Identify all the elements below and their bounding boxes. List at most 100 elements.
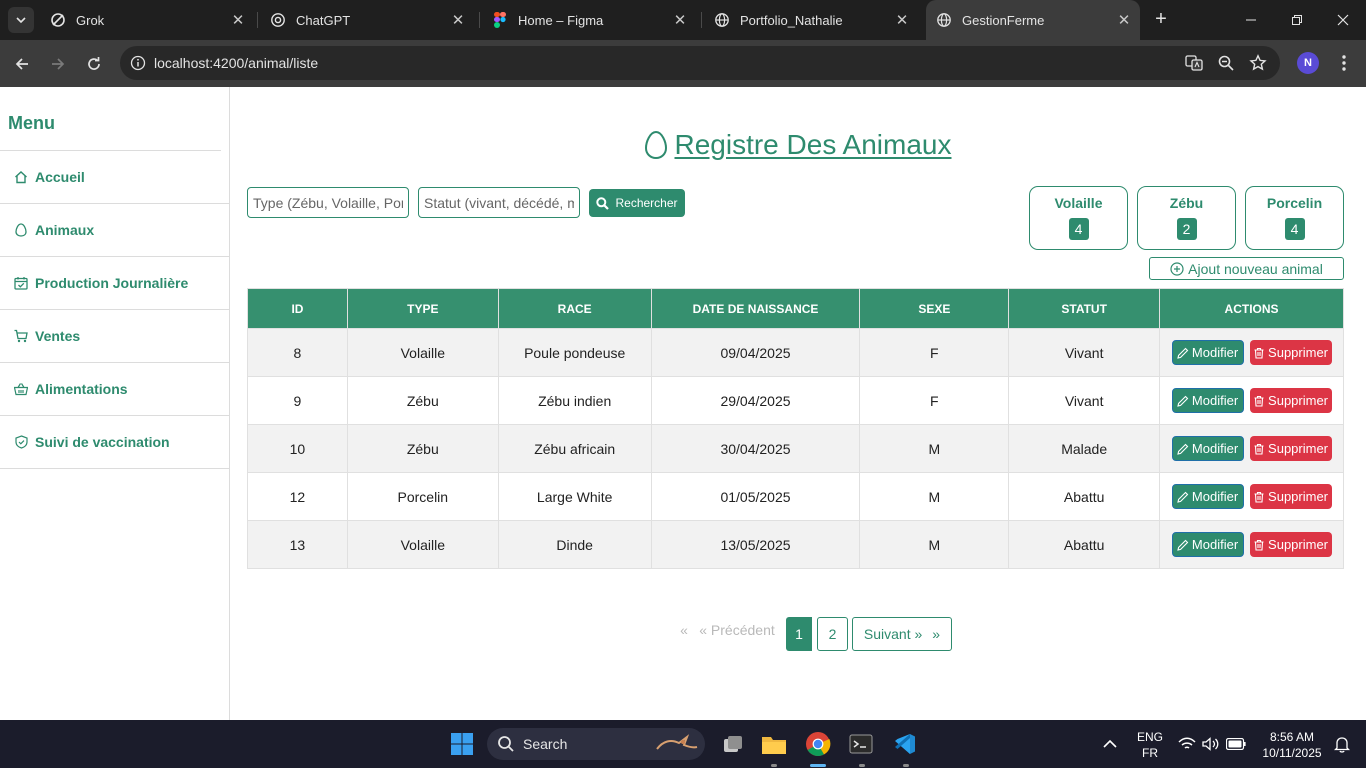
restore-button[interactable] <box>1274 0 1320 40</box>
sidebar-item-label: Animaux <box>35 222 95 238</box>
taskbar-search-label: Search <box>523 736 568 752</box>
delete-button[interactable]: Supprimer <box>1249 340 1332 365</box>
pagination-last[interactable]: » <box>932 626 940 642</box>
column-header-sexe: Sexe <box>859 288 1010 329</box>
chatgpt-icon <box>270 12 286 28</box>
edit-button-label: Modifier <box>1191 489 1239 504</box>
sidebar-item-production[interactable]: Production Journalière <box>0 257 229 310</box>
terminal-icon[interactable] <box>845 728 877 760</box>
cell-actions: Modifier Supprimer <box>1159 328 1344 377</box>
type-search-input[interactable] <box>247 187 409 218</box>
cell-date: 01/05/2025 <box>650 472 861 521</box>
input-language[interactable]: ENG <box>1134 730 1166 744</box>
active-app-indicator <box>810 764 826 767</box>
windows-taskbar: Search ENG FR 8:56 AM 10/11/2025 <box>0 720 1366 768</box>
minimize-button[interactable] <box>1228 0 1274 40</box>
close-tab-icon[interactable]: ✕ <box>230 12 246 29</box>
cell-actions: Modifier Supprimer <box>1159 472 1344 521</box>
browser-tab[interactable]: ChatGPT ✕ <box>260 6 474 34</box>
edit-button[interactable]: Modifier <box>1171 436 1244 461</box>
close-tab-icon[interactable]: ✕ <box>894 12 910 29</box>
sidebar-item-alimentations[interactable]: Alimentations <box>0 363 229 416</box>
pagination-previous[interactable]: « Précédent <box>697 613 777 647</box>
browser-tab[interactable]: Portfolio_Nathalie ✕ <box>704 6 918 34</box>
sidebar: Menu Accueil Animaux Production Journali… <box>0 87 230 720</box>
reload-button[interactable] <box>80 50 108 78</box>
edit-button-label: Modifier <box>1191 393 1239 408</box>
trash-icon <box>1254 491 1264 503</box>
close-tab-icon[interactable]: ✕ <box>672 12 688 29</box>
clock-date[interactable]: 10/11/2025 <box>1254 746 1330 760</box>
add-animal-button[interactable]: Ajout nouveau animal <box>1149 257 1344 280</box>
profile-avatar[interactable]: N <box>1297 52 1319 74</box>
search-icon <box>596 196 610 210</box>
close-tab-icon[interactable]: ✕ <box>450 12 466 29</box>
minimize-icon <box>1246 19 1256 21</box>
tab-search-button[interactable] <box>8 7 34 33</box>
search-button[interactable]: Rechercher <box>589 189 685 217</box>
chrome-icon[interactable] <box>802 728 834 760</box>
input-region[interactable]: FR <box>1134 746 1166 760</box>
arrow-right-icon <box>52 58 65 70</box>
battery-icon[interactable] <box>1224 728 1248 760</box>
zoom-icon[interactable] <box>1216 54 1236 72</box>
pagination-first[interactable]: « <box>678 613 690 647</box>
edit-button[interactable]: Modifier <box>1171 532 1244 557</box>
address-bar[interactable]: localhost:4200/animal/liste <box>120 46 1280 80</box>
back-button[interactable] <box>8 50 36 78</box>
tab-title: Home – Figma <box>518 12 604 28</box>
cell-type: Volaille <box>346 328 499 377</box>
sidebar-item-accueil[interactable]: Accueil <box>0 151 229 204</box>
edit-button[interactable]: Modifier <box>1171 340 1244 365</box>
delete-button[interactable]: Supprimer <box>1249 484 1332 509</box>
cart-icon <box>14 329 28 343</box>
chevron-up-icon[interactable] <box>1096 728 1124 760</box>
pagination-page-1[interactable]: 1 <box>786 617 812 651</box>
site-info-icon[interactable] <box>130 55 146 71</box>
taskbar-search[interactable]: Search <box>487 728 705 760</box>
windows-start-icon[interactable] <box>446 728 478 760</box>
calendar-check-icon <box>14 276 28 290</box>
pagination-page-2[interactable]: 2 <box>817 617 848 651</box>
cell-date: 09/04/2025 <box>650 328 861 377</box>
status-search-input[interactable] <box>418 187 580 218</box>
wifi-icon[interactable] <box>1176 728 1198 760</box>
chevron-down-icon <box>16 17 26 24</box>
browser-tab[interactable]: Grok ✕ <box>40 6 254 34</box>
clock-time[interactable]: 8:56 AM <box>1254 730 1330 744</box>
trash-icon <box>1254 443 1264 455</box>
close-window-button[interactable] <box>1320 0 1366 40</box>
delete-button[interactable]: Supprimer <box>1249 436 1332 461</box>
file-explorer-icon[interactable] <box>758 728 790 760</box>
pagination-next[interactable]: Suivant » » <box>852 617 952 651</box>
tab-divider <box>257 12 258 28</box>
browser-menu-icon[interactable] <box>1334 52 1354 74</box>
close-tab-icon[interactable]: ✕ <box>1116 12 1132 29</box>
translate-icon[interactable] <box>1184 54 1204 72</box>
tab-divider <box>479 12 480 28</box>
delete-button[interactable]: Supprimer <box>1249 388 1332 413</box>
browser-tab-active[interactable]: GestionFerme ✕ <box>926 0 1140 40</box>
task-view-icon[interactable] <box>717 728 749 760</box>
volume-icon[interactable] <box>1200 728 1222 760</box>
trash-icon <box>1254 395 1264 407</box>
edit-button[interactable]: Modifier <box>1171 484 1244 509</box>
forward-button[interactable] <box>44 50 72 78</box>
delete-button[interactable]: Supprimer <box>1249 532 1332 557</box>
cell-sexe: M <box>859 520 1010 569</box>
edit-button[interactable]: Modifier <box>1171 388 1244 413</box>
vscode-icon[interactable] <box>889 728 921 760</box>
edit-button-label: Modifier <box>1191 345 1239 360</box>
add-animal-label: Ajout nouveau animal <box>1188 260 1323 277</box>
globe-icon <box>714 12 730 28</box>
sidebar-item-ventes[interactable]: Ventes <box>0 310 229 363</box>
bookmark-star-icon[interactable] <box>1248 54 1268 72</box>
sidebar-item-animaux[interactable]: Animaux <box>0 204 229 257</box>
new-tab-button[interactable]: + <box>1150 8 1172 30</box>
trash-icon <box>1254 539 1264 551</box>
browser-tab[interactable]: Home – Figma ✕ <box>482 6 696 34</box>
notification-bell-icon[interactable] <box>1330 728 1354 760</box>
table-row: 8 Volaille Poule pondeuse 09/04/2025 F V… <box>247 328 1344 377</box>
sidebar-item-vaccination[interactable]: Suivi de vaccination <box>0 416 229 469</box>
column-header-race: Race <box>497 288 652 329</box>
